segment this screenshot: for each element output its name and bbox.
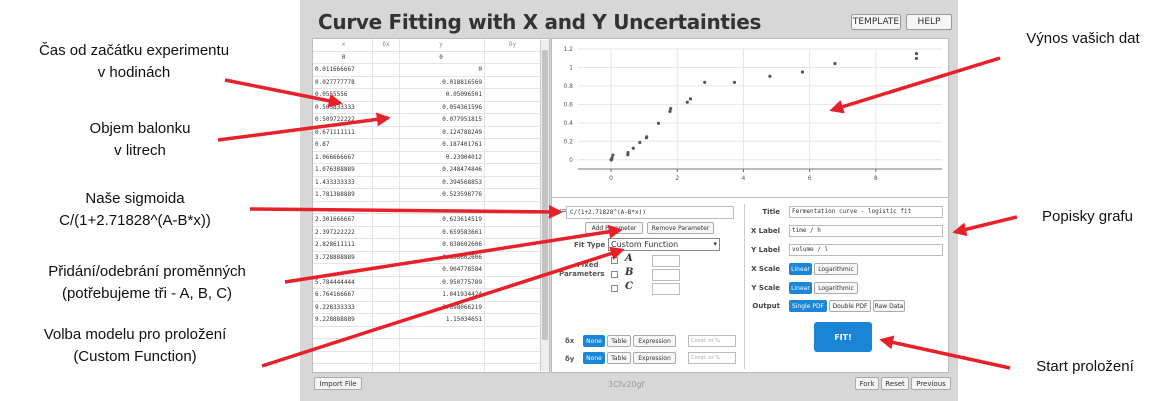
arrow-params	[284, 224, 623, 284]
arrow-time	[224, 78, 343, 108]
arrow-volume	[217, 112, 391, 142]
arrow-start	[879, 335, 1011, 370]
arrow-sigmoid	[249, 204, 563, 219]
annotation-arrows	[217, 56, 1018, 370]
arrow-model	[261, 246, 625, 368]
arrow-labels	[952, 215, 1018, 237]
arrow-plot	[829, 56, 1001, 114]
